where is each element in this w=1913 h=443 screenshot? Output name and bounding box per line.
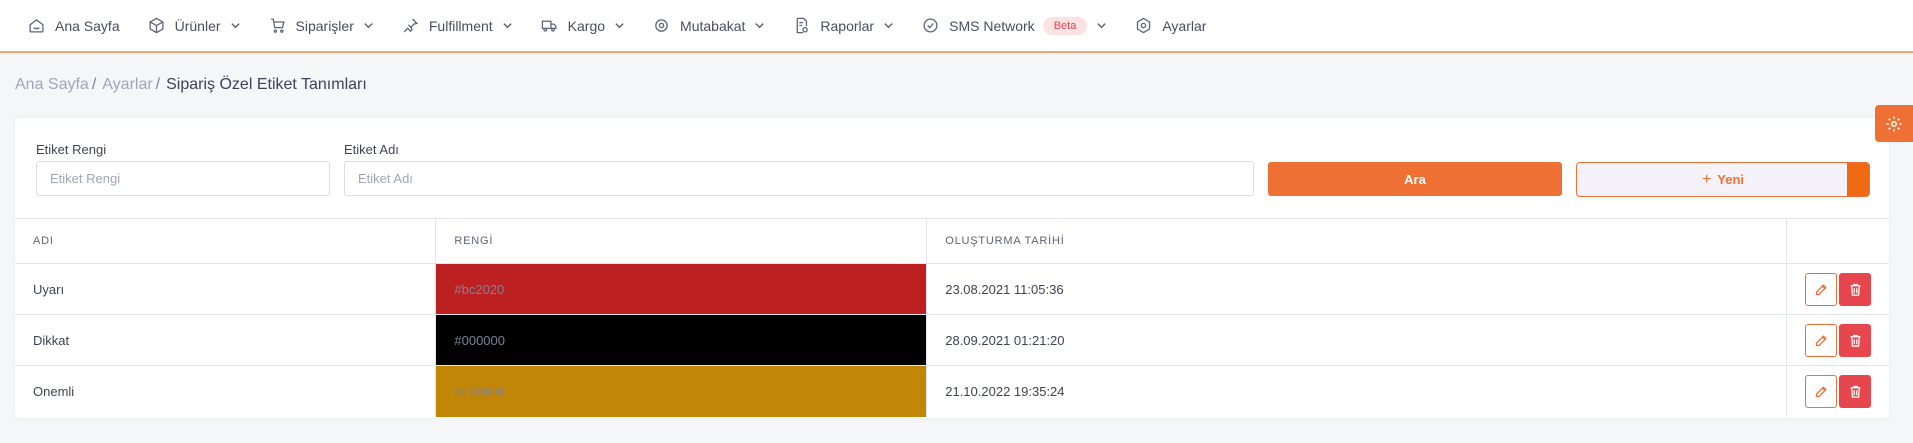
chevron-down-icon	[755, 23, 765, 29]
breadcrumb-separator: /	[91, 76, 97, 93]
edit-icon	[1815, 334, 1827, 346]
tag-color-cell: #c18606	[435, 365, 928, 417]
nav-item-label: Ana Sayfa	[55, 17, 120, 34]
breadcrumb: Ana Sayfa / Ayarlar / Sipariş Özel Etike…	[15, 76, 367, 94]
new-button-accent	[1847, 163, 1869, 196]
tag-color-cell: #bc2020	[435, 263, 928, 315]
tag-name-cell: Uyarı	[15, 263, 437, 315]
column-header-color: RENGİ	[435, 218, 928, 264]
table-header-row: ADI RENGİ OLUŞTURMA TARİHİ	[15, 218, 1889, 264]
edit-icon	[1815, 385, 1827, 397]
chevron-down-icon	[502, 23, 512, 29]
plus-icon: +	[1701, 170, 1712, 188]
actions-cell	[1786, 365, 1889, 417]
nav-item-ayarlar[interactable]: Ayarlar	[1135, 0, 1206, 52]
column-header-created: OLUŞTURMA TARİHİ	[926, 218, 1787, 264]
created-date-cell: 21.10.2022 19:35:24	[926, 365, 1787, 417]
nav-item-label: Kargo	[567, 17, 606, 34]
delete-button[interactable]	[1839, 272, 1871, 306]
breadcrumb-separator: /	[155, 76, 161, 93]
chevron-down-icon	[364, 23, 373, 29]
settings-fab[interactable]	[1875, 105, 1913, 142]
column-header-actions	[1786, 218, 1889, 264]
truck-icon	[541, 20, 557, 32]
trash-icon	[1850, 334, 1860, 347]
nav-item-kargo[interactable]: Kargo	[541, 0, 625, 52]
edit-icon	[1815, 283, 1827, 295]
actions-cell	[1786, 263, 1889, 315]
color-filter-input[interactable]	[36, 161, 330, 196]
table-row: Uyarı #bc2020 23.08.2021 11:05:36	[15, 263, 1889, 315]
nav-item-label: Mutabakat	[680, 17, 746, 34]
pin-icon	[403, 18, 418, 33]
box-icon	[149, 17, 164, 34]
tag-name-cell: Onemli	[15, 365, 437, 417]
table-row: Onemli #c18606 21.10.2022 19:35:24	[15, 365, 1889, 417]
trash-icon	[1850, 283, 1860, 296]
chevron-down-icon	[615, 23, 624, 29]
nav-item-ana-sayfa[interactable]: Ana Sayfa	[28, 0, 120, 52]
tag-color-cell: #000000	[435, 314, 928, 366]
column-header-name: ADI	[15, 218, 437, 264]
chevron-down-icon	[884, 23, 893, 29]
nav-item-label: Siparişler	[295, 17, 354, 34]
nav-item-label: SMS Network	[949, 17, 1035, 34]
tag-definitions-card: Etiket Rengi Etiket Adı Ara + Yeni ADI R…	[15, 118, 1889, 418]
home-icon	[29, 19, 44, 33]
nav-item-label: Ayarlar	[1162, 17, 1207, 34]
nav-item-label: Raporlar	[820, 17, 875, 34]
color-filter-label: Etiket Rengi	[36, 142, 107, 157]
tag-name-cell: Dikkat	[15, 314, 437, 366]
settings-icon	[1137, 17, 1151, 34]
new-button-label: Yeni	[1717, 172, 1745, 187]
new-button[interactable]: + Yeni	[1576, 162, 1870, 197]
delete-button[interactable]	[1839, 374, 1871, 408]
nav-item-label: Fulfillment	[428, 17, 493, 34]
name-filter-label: Etiket Adı	[344, 142, 399, 157]
edit-button[interactable]	[1805, 374, 1837, 408]
trash-icon	[1850, 385, 1860, 398]
cart-icon	[270, 18, 285, 33]
beta-badge: Beta	[1042, 16, 1088, 35]
search-button[interactable]: Ara	[1268, 162, 1562, 196]
nav-item-siparisler[interactable]: Siparişler	[269, 0, 374, 52]
gear-icon	[1886, 116, 1902, 131]
table-row: Dikkat #000000 28.09.2021 01:21:20	[15, 314, 1889, 366]
edit-button[interactable]	[1805, 272, 1837, 306]
tag-table: ADI RENGİ OLUŞTURMA TARİHİ Uyarı #bc2020…	[15, 218, 1889, 417]
report-icon	[797, 17, 809, 34]
chevron-down-icon	[230, 23, 240, 29]
check-circle-icon	[923, 18, 938, 33]
name-filter-input[interactable]	[344, 161, 1254, 196]
created-date-cell: 28.09.2021 01:21:20	[926, 314, 1787, 366]
delete-button[interactable]	[1839, 323, 1871, 357]
nav-item-mutabakat[interactable]: Mutabakat	[653, 0, 765, 52]
breadcrumb-link-ayarlar[interactable]: Ayarlar	[102, 76, 152, 94]
sync-icon	[655, 19, 668, 32]
breadcrumb-link-ana-sayfa[interactable]: Ana Sayfa	[15, 76, 89, 94]
nav-item-label: Ürünler	[174, 17, 221, 34]
chevron-down-icon	[1097, 23, 1107, 29]
top-navigation: Ana Sayfa Ürünler Siparişler Fulfillment…	[0, 0, 1913, 53]
edit-button[interactable]	[1805, 323, 1837, 357]
actions-cell	[1786, 314, 1889, 366]
created-date-cell: 23.08.2021 11:05:36	[926, 263, 1787, 315]
nav-item-sms-network[interactable]: SMS Network Beta	[922, 0, 1107, 52]
nav-item-fulfillment[interactable]: Fulfillment	[402, 0, 513, 52]
nav-item-urunler[interactable]: Ürünler	[148, 0, 241, 52]
nav-item-raporlar[interactable]: Raporlar	[793, 0, 894, 52]
page-title: Sipariş Özel Etiket Tanımları	[166, 76, 367, 93]
